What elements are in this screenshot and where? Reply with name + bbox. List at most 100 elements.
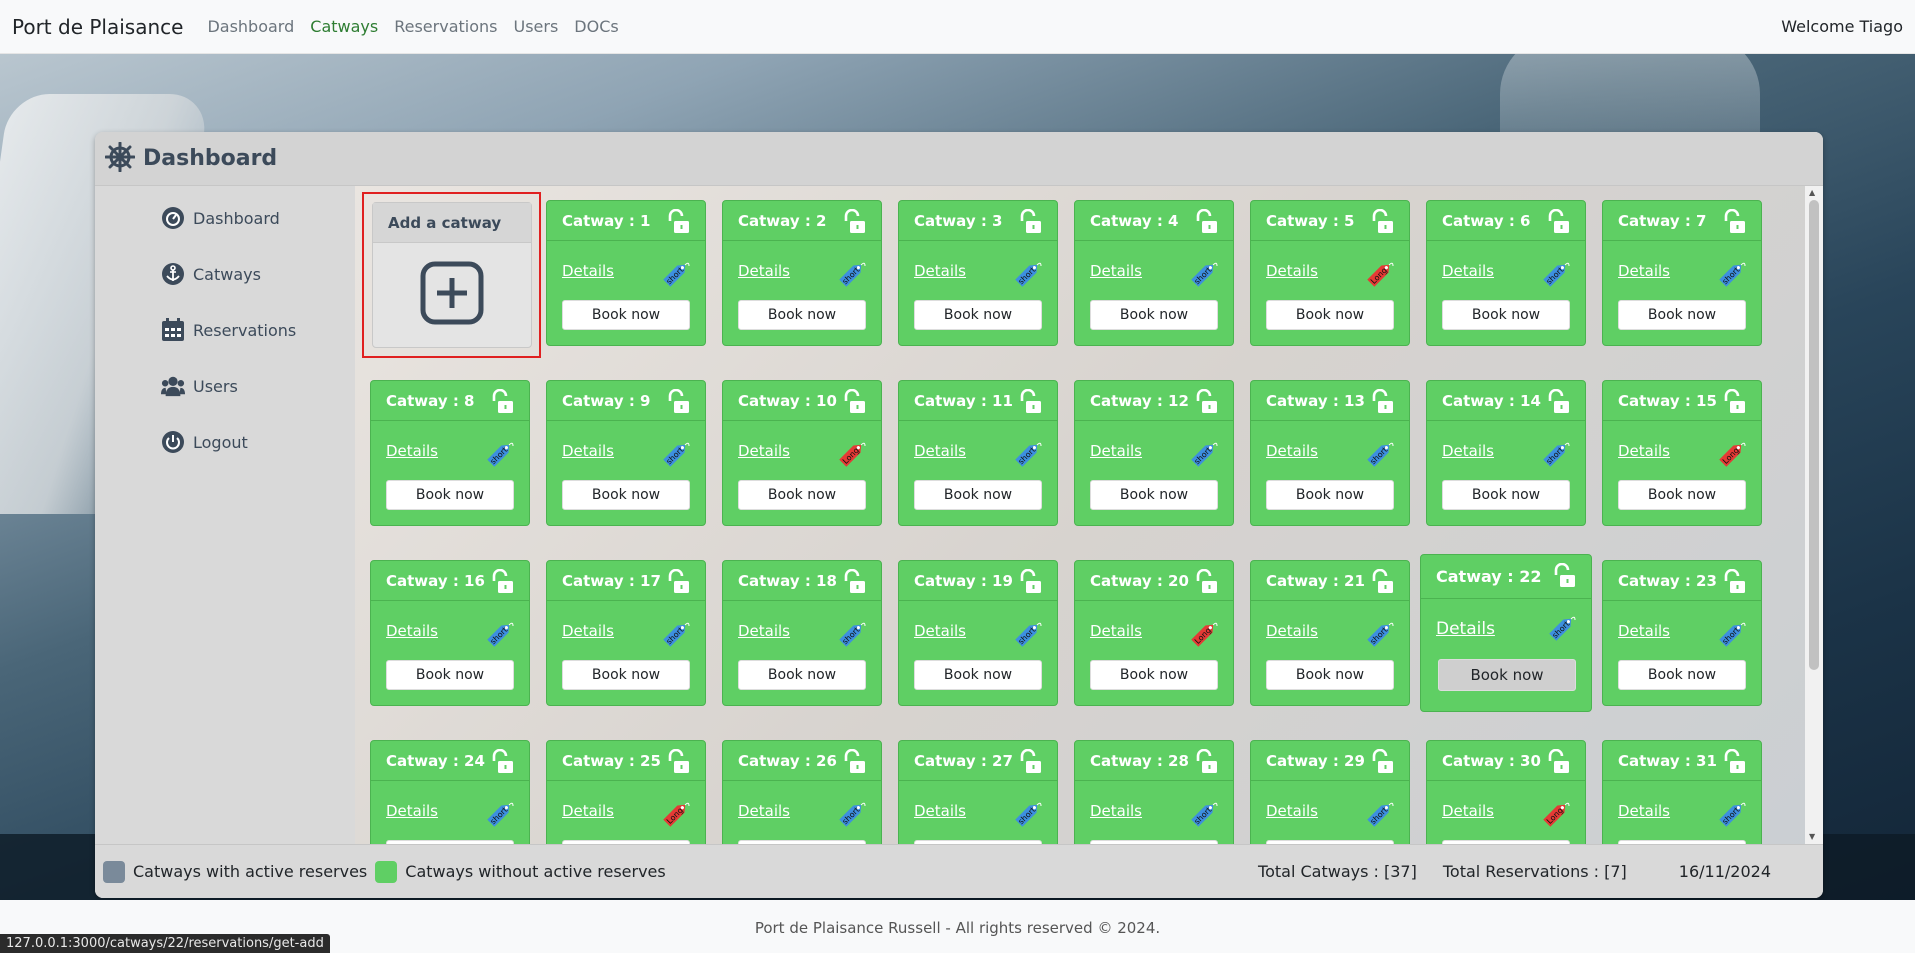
catway-card: Catway : 22 Details short Book now	[1420, 554, 1592, 712]
catway-details-link[interactable]: Details	[1090, 442, 1142, 460]
catway-details-link[interactable]: Details	[562, 442, 614, 460]
add-catway-title: Add a catway	[373, 203, 531, 243]
catway-details-link[interactable]: Details	[738, 802, 790, 820]
unlock-icon	[1017, 208, 1043, 239]
catway-details-link[interactable]: Details	[386, 442, 438, 460]
legend-active-swatch	[103, 860, 125, 883]
short-tag-icon: short	[1717, 619, 1747, 653]
book-now-button[interactable]: Book now	[386, 660, 514, 690]
catway-details-link[interactable]: Details	[562, 622, 614, 640]
sidebar-item-catways[interactable]: Catways	[95, 246, 355, 302]
catway-details-link[interactable]: Details	[1266, 802, 1318, 820]
catway-details-link[interactable]: Details	[562, 262, 614, 280]
book-now-button[interactable]: Book now	[1266, 480, 1394, 510]
add-catway-card[interactable]: Add a catway	[372, 202, 532, 348]
book-now-button[interactable]: Book now	[1618, 660, 1746, 690]
catway-card: Catway : 28DetailsshortBook now	[1074, 740, 1234, 844]
book-now-button[interactable]: Book now	[1442, 300, 1570, 330]
nav-docs[interactable]: DOCs	[574, 17, 618, 36]
book-now-button[interactable]: Book now	[562, 480, 690, 510]
book-now-button[interactable]: Book now	[1438, 659, 1576, 691]
panel-header: Dashboard	[95, 132, 1823, 186]
catway-details-link[interactable]: Details	[562, 802, 614, 820]
book-now-button[interactable]: Book now	[914, 300, 1042, 330]
catway-card: Catway : 4 Details short Book now	[1074, 200, 1234, 346]
catway-details-link[interactable]: Details	[914, 622, 966, 640]
sidebar-item-logout[interactable]: Logout	[95, 414, 355, 470]
nav-dashboard[interactable]: Dashboard	[207, 17, 294, 36]
book-now-button[interactable]: Book now	[1618, 300, 1746, 330]
book-now-button[interactable]: Book now	[914, 480, 1042, 510]
unlock-icon	[1721, 388, 1747, 419]
book-now-button[interactable]: Book now	[1090, 480, 1218, 510]
book-now-button[interactable]: Book now	[914, 660, 1042, 690]
nav-catways[interactable]: Catways	[310, 17, 378, 36]
long-tag-icon: Long	[661, 799, 691, 833]
content-scrollbar[interactable]: ▲ ▼	[1805, 186, 1823, 844]
catway-details-link[interactable]: Details	[1266, 442, 1318, 460]
catway-details-link[interactable]: Details	[914, 442, 966, 460]
catway-details-link[interactable]: Details	[1618, 622, 1670, 640]
unlock-icon	[1721, 208, 1747, 239]
scroll-up-icon[interactable]: ▲	[1809, 188, 1815, 197]
catway-details-link[interactable]: Details	[1442, 802, 1494, 820]
nav-reservations[interactable]: Reservations	[394, 17, 497, 36]
calendar-icon	[161, 318, 185, 342]
catway-details-link[interactable]: Details	[1442, 262, 1494, 280]
short-tag-icon: short	[485, 799, 515, 833]
short-tag-icon: short	[485, 439, 515, 473]
book-now-button[interactable]: Book now	[1090, 300, 1218, 330]
sidebar-item-dashboard[interactable]: Dashboard	[95, 190, 355, 246]
unlock-icon	[665, 388, 691, 419]
catway-card: Catway : 1 Details short Book now	[546, 200, 706, 346]
sidebar-item-reservations[interactable]: Reservations	[95, 302, 355, 358]
unlock-icon	[665, 748, 691, 779]
book-now-button[interactable]: Book now	[386, 480, 514, 510]
catway-details-link[interactable]: Details	[1090, 622, 1142, 640]
catway-details-link[interactable]: Details	[914, 262, 966, 280]
unlock-icon	[1193, 748, 1219, 779]
catway-details-link[interactable]: Details	[386, 802, 438, 820]
add-catway-highlight: Add a catway	[362, 192, 541, 358]
catway-details-link[interactable]: Details	[1618, 802, 1670, 820]
scrollbar-thumb[interactable]	[1809, 200, 1819, 670]
catway-details-link[interactable]: Details	[1618, 442, 1670, 460]
catway-details-link[interactable]: Details	[738, 622, 790, 640]
catway-details-link[interactable]: Details	[914, 802, 966, 820]
catway-details-link[interactable]: Details	[386, 622, 438, 640]
book-now-button[interactable]: Book now	[1266, 300, 1394, 330]
long-tag-icon: Long	[1189, 619, 1219, 653]
catway-details-link[interactable]: Details	[1266, 262, 1318, 280]
unlock-icon	[1193, 208, 1219, 239]
catway-details-link[interactable]: Details	[1266, 622, 1318, 640]
short-tag-icon: short	[1365, 619, 1395, 653]
book-now-button[interactable]: Book now	[1266, 660, 1394, 690]
brand-link[interactable]: Port de Plaisance	[12, 15, 183, 39]
book-now-button[interactable]: Book now	[1618, 480, 1746, 510]
catway-card: Catway : 11 Details short Book now	[898, 380, 1058, 526]
scroll-down-icon[interactable]: ▼	[1809, 832, 1815, 841]
book-now-button[interactable]: Book now	[738, 300, 866, 330]
catway-details-link[interactable]: Details	[738, 262, 790, 280]
book-now-button[interactable]: Book now	[1442, 480, 1570, 510]
catway-card: Catway : 6 Details short Book now	[1426, 200, 1586, 346]
book-now-button[interactable]: Book now	[562, 660, 690, 690]
unlock-icon	[1017, 748, 1043, 779]
book-now-button[interactable]: Book now	[1090, 660, 1218, 690]
catway-details-link[interactable]: Details	[1436, 619, 1495, 639]
catway-details-link[interactable]: Details	[738, 442, 790, 460]
book-now-button[interactable]: Book now	[562, 300, 690, 330]
catway-details-link[interactable]: Details	[1090, 262, 1142, 280]
short-tag-icon: short	[837, 799, 867, 833]
catway-details-link[interactable]: Details	[1090, 802, 1142, 820]
short-tag-icon: short	[1365, 799, 1395, 833]
book-now-button[interactable]: Book now	[738, 480, 866, 510]
book-now-button[interactable]: Book now	[738, 660, 866, 690]
plus-square-icon[interactable]	[420, 261, 484, 329]
nav-users[interactable]: Users	[513, 17, 558, 36]
catway-details-link[interactable]: Details	[1442, 442, 1494, 460]
sidebar-item-users[interactable]: Users	[95, 358, 355, 414]
catway-details-link[interactable]: Details	[1618, 262, 1670, 280]
short-tag-icon: short	[1717, 259, 1747, 293]
catway-card: Catway : 26DetailsshortBook now	[722, 740, 882, 844]
